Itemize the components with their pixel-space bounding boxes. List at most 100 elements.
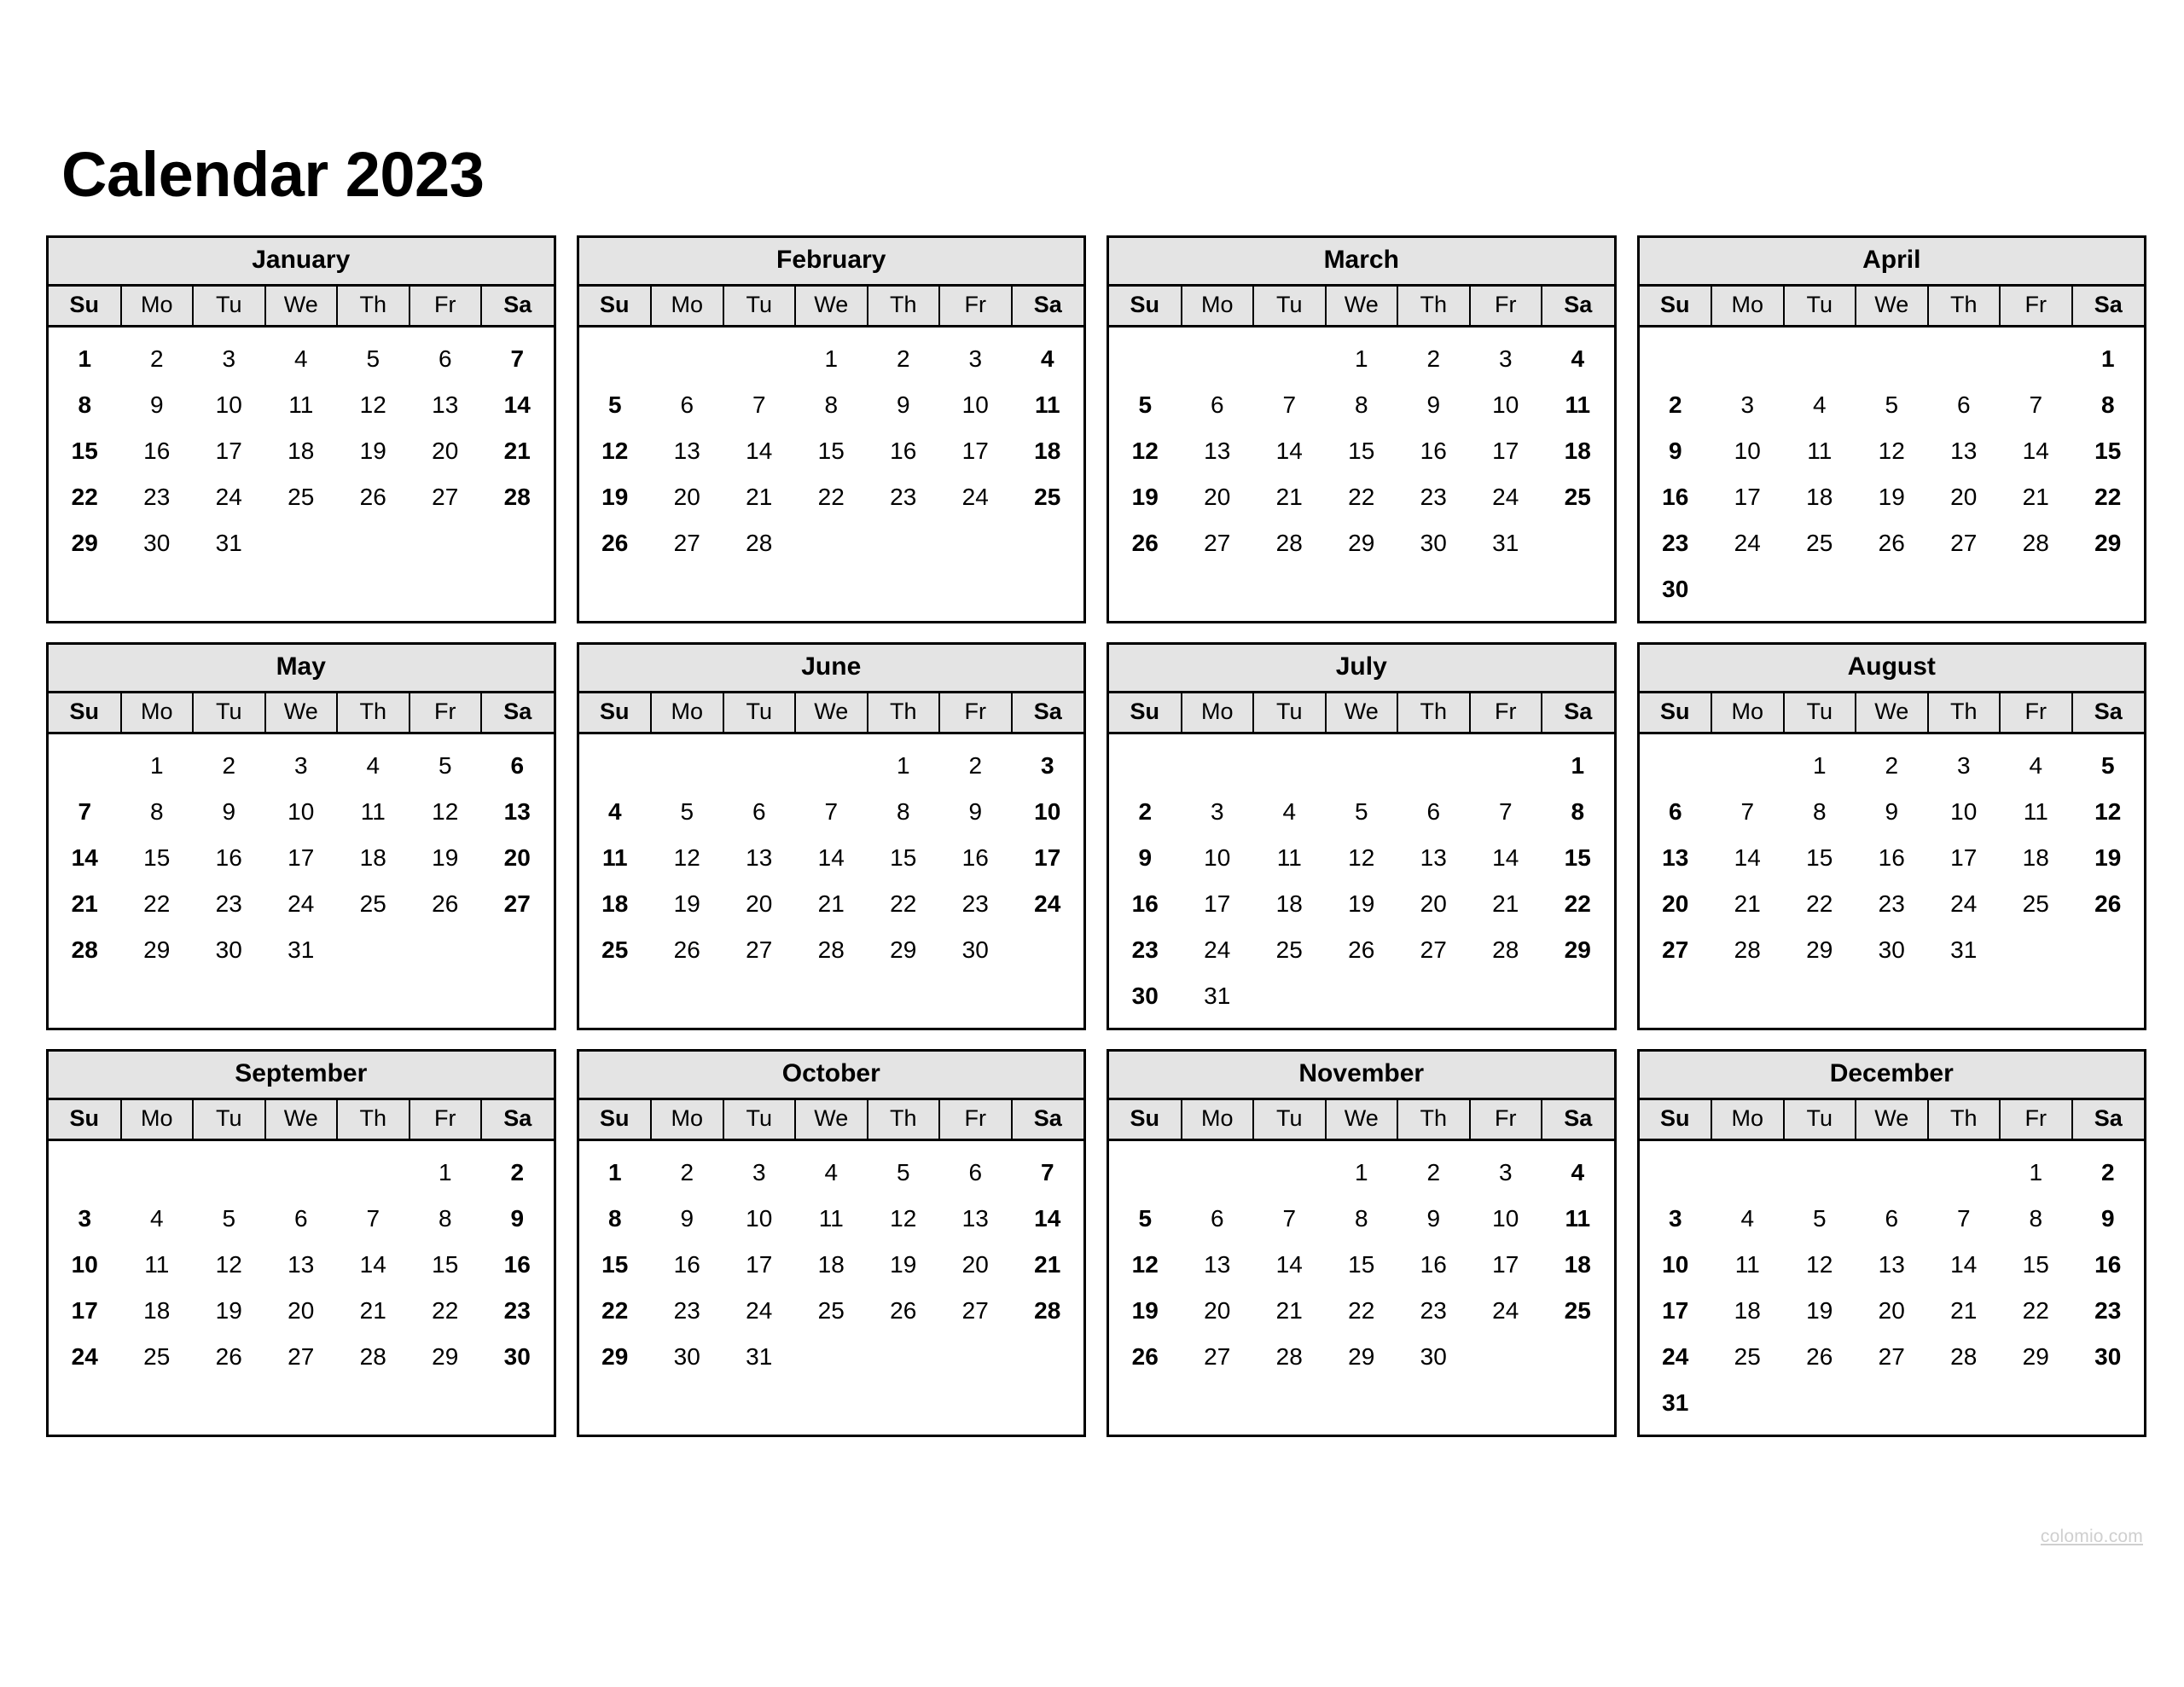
day-cell[interactable]: 15 — [1784, 835, 1856, 881]
day-cell[interactable]: 15 — [1542, 835, 1614, 881]
day-cell[interactable]: 25 — [1012, 474, 1084, 520]
day-cell[interactable]: 4 — [1012, 327, 1084, 383]
day-cell[interactable]: 26 — [2072, 881, 2145, 927]
day-cell[interactable]: 26 — [1109, 520, 1182, 575]
day-cell[interactable]: 13 — [1640, 835, 1712, 881]
day-cell[interactable]: 5 — [1109, 382, 1182, 428]
day-cell[interactable]: 21 — [1253, 474, 1326, 520]
day-cell[interactable]: 5 — [1856, 382, 1928, 428]
day-cell[interactable]: 21 — [1253, 1288, 1326, 1334]
day-cell[interactable]: 24 — [265, 881, 338, 927]
day-cell[interactable]: 27 — [723, 927, 796, 982]
day-cell[interactable]: 16 — [193, 835, 265, 881]
day-cell[interactable]: 15 — [1326, 1242, 1398, 1288]
day-cell[interactable]: 27 — [939, 1288, 1012, 1334]
day-cell[interactable]: 30 — [1640, 566, 1712, 621]
day-cell[interactable]: 27 — [1928, 520, 2001, 566]
day-cell[interactable]: 23 — [2072, 1288, 2145, 1334]
day-cell[interactable]: 2 — [2072, 1140, 2145, 1197]
day-cell[interactable]: 4 — [1253, 789, 1326, 835]
day-cell[interactable]: 18 — [579, 881, 652, 927]
day-cell[interactable]: 7 — [1928, 1196, 2001, 1242]
day-cell[interactable]: 29 — [49, 520, 121, 575]
day-cell[interactable]: 19 — [651, 881, 723, 927]
day-cell[interactable]: 3 — [1182, 789, 1254, 835]
day-cell[interactable]: 14 — [1928, 1242, 2001, 1288]
day-cell[interactable]: 16 — [1397, 1242, 1470, 1288]
day-cell[interactable]: 11 — [337, 789, 410, 835]
day-cell[interactable]: 7 — [49, 789, 121, 835]
day-cell[interactable]: 3 — [265, 733, 338, 790]
day-cell[interactable]: 7 — [1253, 1196, 1326, 1242]
day-cell[interactable]: 20 — [265, 1288, 338, 1334]
day-cell[interactable]: 5 — [2072, 733, 2145, 790]
day-cell[interactable]: 24 — [939, 474, 1012, 520]
day-cell[interactable]: 24 — [1640, 1334, 1712, 1380]
day-cell[interactable]: 17 — [1928, 835, 2001, 881]
day-cell[interactable]: 17 — [265, 835, 338, 881]
day-cell[interactable]: 7 — [481, 327, 554, 383]
day-cell[interactable]: 29 — [1542, 927, 1614, 973]
day-cell[interactable]: 2 — [868, 327, 940, 383]
day-cell[interactable]: 16 — [939, 835, 1012, 881]
day-cell[interactable]: 13 — [1856, 1242, 1928, 1288]
day-cell[interactable]: 23 — [1397, 1288, 1470, 1334]
day-cell[interactable]: 25 — [579, 927, 652, 982]
day-cell[interactable]: 27 — [1182, 520, 1254, 575]
day-cell[interactable]: 4 — [121, 1196, 194, 1242]
day-cell[interactable]: 14 — [337, 1242, 410, 1288]
day-cell[interactable]: 14 — [49, 835, 121, 881]
day-cell[interactable]: 31 — [265, 927, 338, 982]
day-cell[interactable]: 9 — [651, 1196, 723, 1242]
day-cell[interactable]: 14 — [1711, 835, 1784, 881]
day-cell[interactable]: 5 — [337, 327, 410, 383]
day-cell[interactable]: 6 — [1928, 382, 2001, 428]
day-cell[interactable]: 11 — [1542, 1196, 1614, 1242]
day-cell[interactable]: 8 — [868, 789, 940, 835]
day-cell[interactable]: 13 — [1928, 428, 2001, 474]
day-cell[interactable]: 5 — [1326, 789, 1398, 835]
day-cell[interactable]: 21 — [337, 1288, 410, 1334]
day-cell[interactable]: 8 — [49, 382, 121, 428]
day-cell[interactable]: 1 — [410, 1140, 482, 1197]
day-cell[interactable]: 25 — [795, 1288, 868, 1334]
day-cell[interactable]: 14 — [481, 382, 554, 428]
day-cell[interactable]: 10 — [49, 1242, 121, 1288]
day-cell[interactable]: 10 — [723, 1196, 796, 1242]
day-cell[interactable]: 28 — [1253, 1334, 1326, 1388]
day-cell[interactable]: 14 — [1253, 428, 1326, 474]
day-cell[interactable]: 7 — [1711, 789, 1784, 835]
day-cell[interactable]: 23 — [193, 881, 265, 927]
day-cell[interactable]: 19 — [1784, 1288, 1856, 1334]
day-cell[interactable]: 5 — [868, 1140, 940, 1197]
day-cell[interactable]: 14 — [723, 428, 796, 474]
day-cell[interactable]: 18 — [1542, 1242, 1614, 1288]
day-cell[interactable]: 8 — [579, 1196, 652, 1242]
day-cell[interactable]: 15 — [121, 835, 194, 881]
day-cell[interactable]: 17 — [1711, 474, 1784, 520]
day-cell[interactable]: 22 — [795, 474, 868, 520]
day-cell[interactable]: 16 — [1397, 428, 1470, 474]
day-cell[interactable]: 20 — [651, 474, 723, 520]
day-cell[interactable]: 22 — [2000, 1288, 2072, 1334]
day-cell[interactable]: 28 — [1928, 1334, 2001, 1380]
day-cell[interactable]: 2 — [1397, 1140, 1470, 1197]
day-cell[interactable]: 14 — [1012, 1196, 1084, 1242]
day-cell[interactable]: 22 — [868, 881, 940, 927]
day-cell[interactable]: 10 — [1470, 1196, 1542, 1242]
day-cell[interactable]: 1 — [868, 733, 940, 790]
day-cell[interactable]: 29 — [121, 927, 194, 982]
day-cell[interactable]: 29 — [410, 1334, 482, 1388]
day-cell[interactable]: 22 — [1784, 881, 1856, 927]
day-cell[interactable]: 11 — [579, 835, 652, 881]
day-cell[interactable]: 1 — [579, 1140, 652, 1197]
day-cell[interactable]: 26 — [579, 520, 652, 575]
day-cell[interactable]: 6 — [1182, 382, 1254, 428]
day-cell[interactable]: 4 — [1542, 1140, 1614, 1197]
day-cell[interactable]: 7 — [723, 382, 796, 428]
day-cell[interactable]: 16 — [1640, 474, 1712, 520]
day-cell[interactable]: 5 — [651, 789, 723, 835]
day-cell[interactable]: 28 — [337, 1334, 410, 1388]
day-cell[interactable]: 16 — [2072, 1242, 2145, 1288]
day-cell[interactable]: 19 — [868, 1242, 940, 1288]
